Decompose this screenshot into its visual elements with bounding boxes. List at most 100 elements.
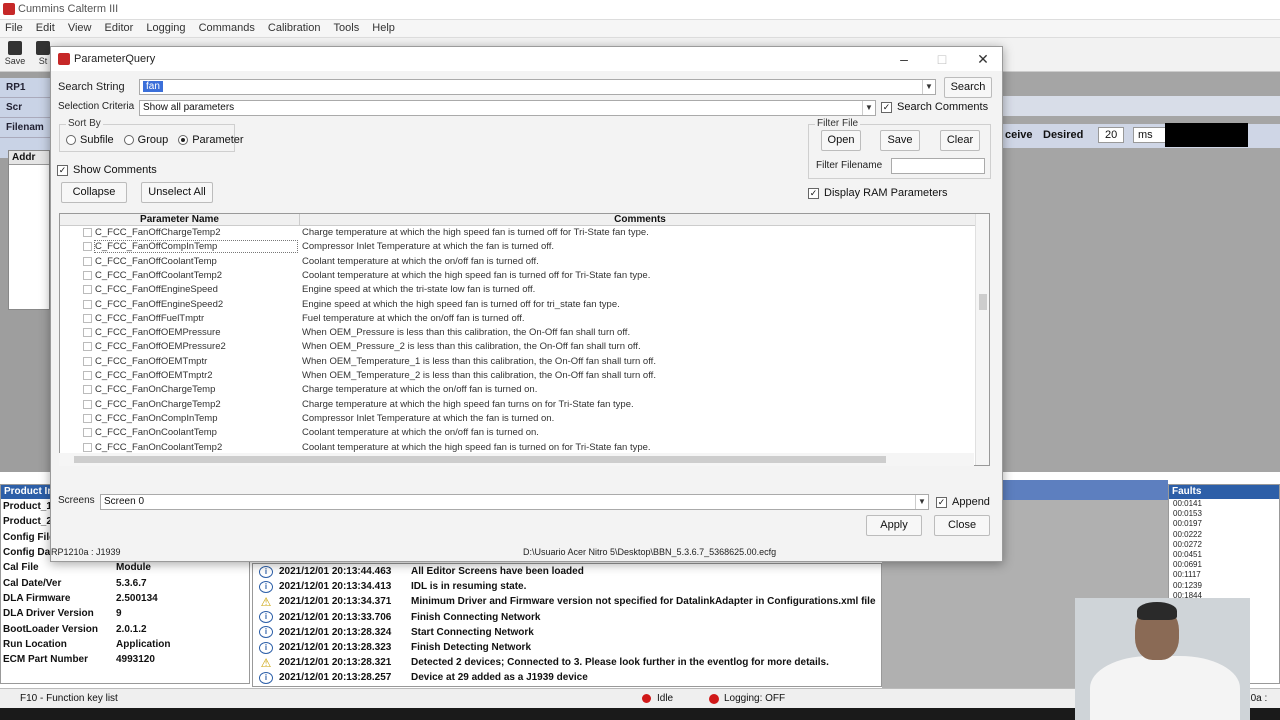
menu-view[interactable]: View: [63, 20, 97, 36]
fault-item[interactable]: 00:0153: [1169, 509, 1279, 519]
menu-tools[interactable]: Tools: [329, 20, 365, 36]
table-row[interactable]: C_FCC_FanOffOEMPressure2 When OEM_Pressur…: [60, 340, 975, 354]
row-checkbox: [83, 313, 92, 323]
dialog-status-adapter: RP1210a : J1939: [51, 547, 121, 557]
show-comments-checkbox[interactable]: ✓ Show Comments: [57, 164, 157, 176]
table-row[interactable]: C_FCC_FanOffCompInTemp Compressor Inlet T…: [60, 240, 975, 254]
selection-criteria-select[interactable]: Show all parameters ▼: [139, 100, 876, 116]
display-ram-checkbox[interactable]: ✓ Display RAM Parameters: [808, 187, 947, 199]
fault-item[interactable]: 00:0222: [1169, 530, 1279, 540]
dialog-title: ParameterQuery: [74, 53, 156, 65]
maximize-icon[interactable]: □: [927, 49, 957, 69]
product-row: Cal Date/Ver 5.3.6.7: [3, 577, 147, 589]
fault-item[interactable]: 00:0691: [1169, 560, 1279, 570]
vertical-scrollbar[interactable]: [975, 214, 989, 465]
fault-item[interactable]: 00:1239: [1169, 581, 1279, 591]
row-checkbox: [83, 270, 92, 280]
bottom-strip: [1003, 480, 1168, 500]
fault-item[interactable]: 00:0272: [1169, 540, 1279, 550]
fault-item[interactable]: 00:0451: [1169, 550, 1279, 560]
product-row: ECM Part Number 4993120: [3, 654, 155, 666]
row-checkbox: [83, 428, 92, 438]
menu-calibration[interactable]: Calibration: [263, 20, 326, 36]
product-row: DLA Firmware 2.500134: [3, 592, 158, 604]
chevron-down-icon[interactable]: ▼: [922, 80, 935, 94]
faults-header: Faults: [1169, 485, 1279, 499]
menu-commands[interactable]: Commands: [194, 20, 260, 36]
fault-item[interactable]: 00:1117: [1169, 570, 1279, 580]
filter-clear-button[interactable]: Clear: [940, 130, 980, 151]
table-row[interactable]: C_FCC_FanOffOEMPressure When OEM_Pressure…: [60, 326, 975, 340]
row-checkbox: [83, 299, 92, 309]
log-row: i 2021/12/01 20:13:33.706 Finish Connectin…: [253, 610, 881, 625]
row-checkbox: [83, 328, 92, 338]
log-row: i 2021/12/01 20:13:28.324 Start Connecting…: [253, 625, 881, 640]
search-button[interactable]: Search: [944, 77, 992, 98]
filter-save-button[interactable]: Save: [880, 130, 920, 151]
table-row[interactable]: C_FCC_FanOnCoolantTemp Coolant temperatur…: [60, 426, 975, 440]
table-row[interactable]: C_FCC_FanOffOEMTmptr2 When OEM_Temperatur…: [60, 369, 975, 383]
screens-value: Screen 0: [104, 496, 145, 507]
apply-button[interactable]: Apply: [866, 515, 922, 536]
screens-label: Screens: [58, 495, 95, 506]
menu-editor[interactable]: Editor: [100, 20, 139, 36]
collapse-button[interactable]: Collapse: [61, 182, 127, 203]
horizontal-scrollbar[interactable]: [59, 453, 974, 466]
product-row: BootLoader Version 2.0.1.2: [3, 623, 147, 635]
minimize-icon[interactable]: –: [889, 49, 919, 69]
info-icon: i: [259, 580, 273, 593]
table-row[interactable]: C_FCC_FanOffFuelTmptr Fuel temperature at…: [60, 312, 975, 326]
info-icon: i: [259, 641, 273, 654]
log-row: i 2021/12/01 20:13:28.257 Device at 29 add…: [253, 670, 881, 685]
sort-subfile-radio[interactable]: Subfile: [66, 134, 114, 146]
log-row: ⚠ 2021/12/01 20:13:34.371 Minimum Driver a…: [260, 594, 876, 609]
scroll-thumb[interactable]: [979, 294, 987, 310]
fault-item[interactable]: 00:0197: [1169, 519, 1279, 529]
menu-edit[interactable]: Edit: [31, 20, 60, 36]
row-checkbox: [83, 371, 92, 380]
table-row[interactable]: C_FCC_FanOffChargeTemp2 Charge temperatur…: [60, 226, 975, 240]
scroll-thumb[interactable]: [74, 456, 886, 463]
search-string-combo[interactable]: fan ▼: [139, 79, 936, 95]
column-parameter-name[interactable]: Parameter Name: [60, 214, 300, 225]
table-row[interactable]: C_FCC_FanOffOEMTmptr When OEM_Temperature…: [60, 355, 975, 369]
table-row[interactable]: C_FCC_FanOffEngineSpeed2 Engine speed at …: [60, 298, 975, 312]
sort-parameter-radio[interactable]: Parameter: [178, 134, 244, 146]
warning-icon: ⚠: [260, 594, 272, 609]
close-icon[interactable]: ✕: [968, 49, 998, 69]
search-comments-checkbox[interactable]: ✓ Search Comments: [881, 101, 988, 113]
fault-item[interactable]: 00:0141: [1169, 499, 1279, 509]
column-comments[interactable]: Comments: [300, 214, 980, 225]
chevron-down-icon[interactable]: ▼: [915, 495, 928, 509]
table-row[interactable]: C_FCC_FanOffEngineSpeed Engine speed at w…: [60, 283, 975, 297]
webcam-overlay: [1075, 598, 1250, 720]
filter-filename-input[interactable]: [891, 158, 985, 174]
parameter-grid: Parameter Name Comments C_FCC_FanOffChar…: [59, 213, 990, 466]
menu-file[interactable]: File: [0, 20, 28, 36]
product-row: Cal File Module: [3, 562, 151, 574]
table-row[interactable]: C_FCC_FanOffCoolantTemp Coolant temperatu…: [60, 255, 975, 269]
table-row[interactable]: C_FCC_FanOnChargeTemp2 Charge temperature…: [60, 398, 975, 412]
grid-header: Parameter Name Comments: [60, 214, 989, 226]
close-button[interactable]: Close: [934, 515, 990, 536]
table-row[interactable]: C_FCC_FanOnChargeTemp Charge temperature …: [60, 383, 975, 397]
log-row: ⚠ 2021/12/01 20:13:28.321 Detected 2 devic…: [260, 655, 829, 670]
screens-select[interactable]: Screen 0 ▼: [100, 494, 929, 510]
dialog-logo-icon: [58, 53, 70, 65]
append-checkbox[interactable]: ✓ Append: [936, 496, 990, 508]
table-row[interactable]: C_FCC_FanOnCompInTemp Compressor Inlet Te…: [60, 412, 975, 426]
menu-logging[interactable]: Logging: [141, 20, 190, 36]
table-row[interactable]: C_FCC_FanOffCoolantTemp2 Coolant temperat…: [60, 269, 975, 283]
row-checkbox: [83, 385, 92, 395]
sort-group-radio[interactable]: Group: [123, 134, 168, 146]
unselect-all-button[interactable]: Unselect All: [141, 182, 213, 203]
filter-file-label: Filter File: [815, 118, 861, 129]
left-grid-header: Addr: [9, 151, 49, 165]
menu-help[interactable]: Help: [367, 20, 400, 36]
checkbox-checked-icon: ✓: [808, 187, 819, 199]
filter-open-button[interactable]: Open: [821, 130, 861, 151]
toolbar-save-button[interactable]: Save: [2, 41, 28, 69]
row-checkbox: [83, 256, 92, 266]
chevron-down-icon[interactable]: ▼: [862, 101, 875, 115]
desired-input[interactable]: 20: [1098, 127, 1125, 143]
